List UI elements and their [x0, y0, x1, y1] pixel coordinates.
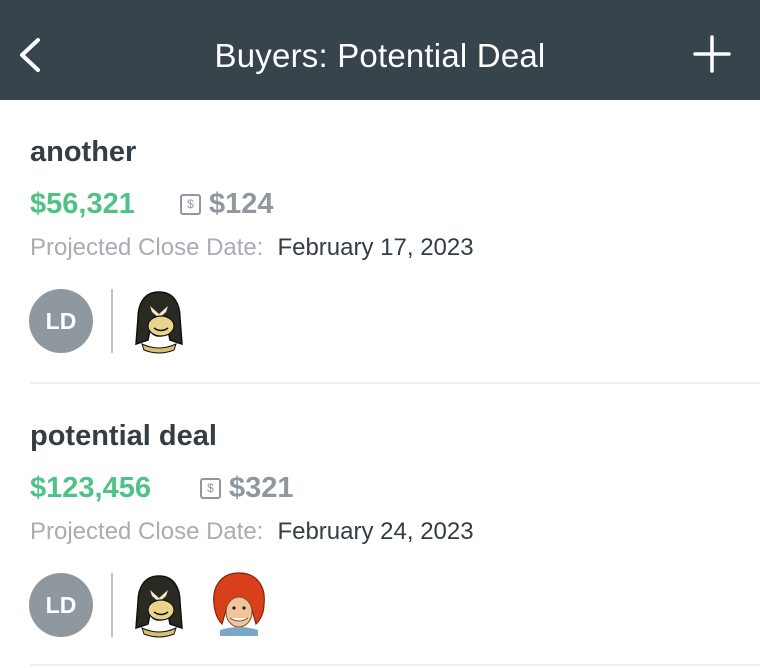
deal-name: potential deal: [30, 420, 217, 452]
commission-value: $321: [229, 472, 294, 504]
deal-card[interactable]: another $56,321 $ $124 Projected Close D…: [0, 100, 760, 385]
projected-close-row: Projected Close Date: February 24, 2023: [30, 517, 474, 547]
dollar-badge-icon: $: [200, 477, 221, 499]
deal-value: $123,456: [30, 472, 151, 504]
nav-bar: Buyers: Potential Deal: [0, 0, 760, 100]
deal-card[interactable]: potential deal $123,456 $ $321 Projected…: [0, 384, 760, 668]
close-date-label: Projected Close Date:: [30, 234, 264, 261]
commission-value: $124: [209, 188, 274, 220]
page-title: Buyers: Potential Deal: [214, 37, 546, 74]
close-date-value: February 24, 2023: [277, 518, 474, 545]
avatar-divider: [111, 289, 113, 353]
commission: $ $321: [200, 471, 294, 505]
owner-avatar[interactable]: LD: [29, 289, 93, 353]
close-date-label: Projected Close Date:: [30, 518, 264, 545]
close-date-value: February 17, 2023: [277, 234, 474, 261]
masked-hero-avatar[interactable]: [128, 288, 190, 354]
red-haired-hero-avatar[interactable]: [208, 570, 270, 636]
deal-value: $56,321: [30, 188, 135, 220]
projected-close-row: Projected Close Date: February 17, 2023: [30, 233, 474, 263]
divider: [30, 664, 760, 666]
dollar-badge-icon: $: [180, 193, 201, 215]
masked-hero-avatar[interactable]: [128, 572, 190, 638]
deal-name: another: [30, 136, 137, 168]
plus-icon: [693, 35, 731, 73]
owner-avatar[interactable]: LD: [29, 573, 93, 637]
add-deal-button[interactable]: [692, 34, 732, 74]
commission: $ $124: [180, 187, 274, 221]
avatar-divider: [111, 573, 113, 637]
